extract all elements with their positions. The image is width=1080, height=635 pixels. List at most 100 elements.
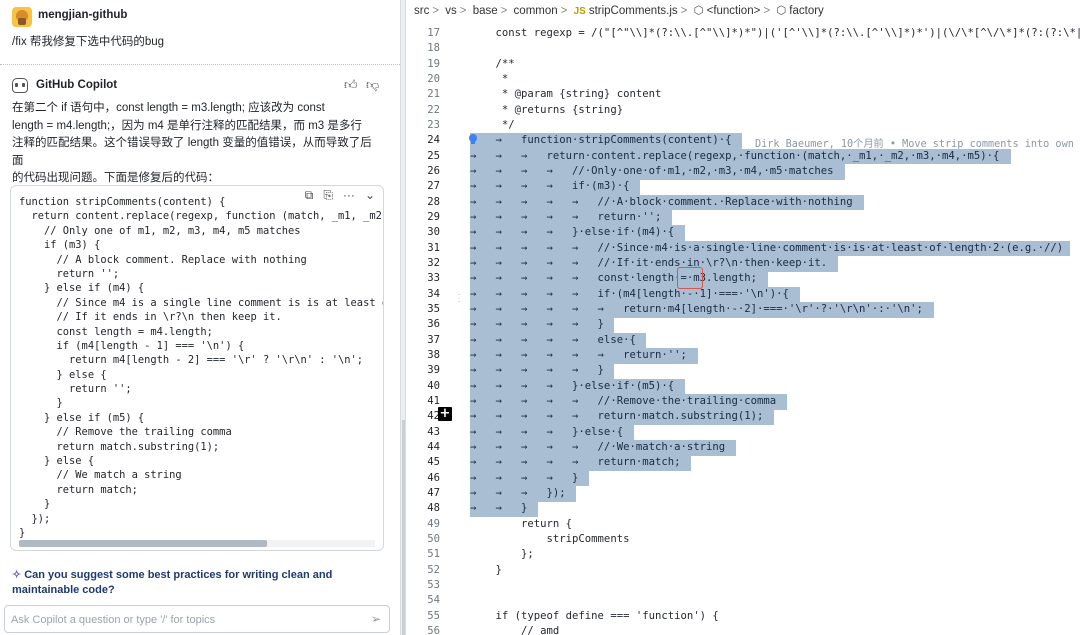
breadcrumb: src > vs > base > common > JS stripComments.j… (414, 3, 827, 19)
editor-code-line[interactable]: → → → → //·Only·one·of·m1,·m2,·m3,·m4,·m… (470, 165, 834, 180)
code-line: } else if (m5) { (19, 411, 145, 424)
editor-code-line[interactable]: → → → → → if·(m4[length·-·1]·===·'\n')·{ (470, 288, 789, 303)
editor-code-line[interactable]: → → → → → const·length·=·m3.length; (470, 272, 757, 287)
line-number: 31 (427, 241, 440, 254)
breadcrumb-separator: > (432, 5, 440, 17)
editor-code-line[interactable]: → → → → → //·Since·m4·is·a·single·line·c… (470, 242, 1063, 257)
editor-code-line[interactable]: → → → → → → return·''; (470, 349, 687, 364)
scrollbar-thumb[interactable] (402, 420, 405, 635)
sparkle-icon: ✧ (12, 569, 22, 581)
code-line: return match.substring(1); (19, 440, 220, 453)
editor-code-line[interactable]: * (470, 73, 508, 88)
breadcrumb-item[interactable]: src (414, 5, 429, 17)
editor-code-line[interactable]: * @returns {string} (470, 104, 623, 119)
editor-code-line[interactable]: /** (470, 58, 515, 73)
editor-code-line[interactable]: → → → → → //·Remove·the·trailing·comma (470, 395, 776, 410)
editor-code-line[interactable]: * @param {string} content (470, 88, 661, 103)
line-number: 24 (427, 134, 440, 147)
breadcrumb-item[interactable]: common (514, 5, 558, 17)
lightbulb-icon[interactable] (468, 134, 478, 146)
thumbs-down-icon[interactable]: 👎︎ (366, 77, 379, 93)
code-line: // Remove the trailing comma (19, 426, 232, 439)
editor-code-line[interactable]: → → → → if·(m3)·{ (470, 180, 629, 195)
code-line: if (m3) { (19, 239, 101, 252)
user-message-text: /fix 帮我修复下选中代码的bug (12, 36, 165, 48)
editor-code-line[interactable]: } (470, 564, 502, 579)
editor-code-line[interactable]: stripComments (470, 533, 630, 548)
line-number: 51 (427, 548, 440, 561)
copilot-icon (12, 78, 28, 93)
editor-code-line[interactable]: → → → → } (470, 472, 578, 487)
editor-code-line[interactable]: const regexp = /("[^"\\]*(?:\\.[^"\\]*)*… (470, 27, 1080, 42)
gutter-indicator: ⋮ (454, 293, 464, 304)
line-number: 49 (427, 517, 440, 530)
editor-code-line[interactable]: → → → → }·else·if·(m4)·{ (470, 226, 674, 241)
editor-code-line[interactable]: → → → → → else·{ (470, 334, 636, 349)
breadcrumb-item[interactable]: stripComments.js (589, 5, 678, 17)
line-number-gutter: ⋮ 17 18 19 20 21 22 23 24 25 26 27 28 29 30 31 32 33 34 35… (406, 25, 470, 635)
editor-code-line[interactable]: → → → return·content.replace(regexp,·fun… (470, 150, 999, 165)
chat-input-box[interactable]: ➢ (4, 605, 390, 633)
editor-code-line[interactable]: → → → → → //·We·match·a·string (470, 441, 725, 456)
editor-code-line[interactable]: return { (470, 518, 572, 533)
line-number: 48 (427, 502, 440, 515)
answer-line: 在第二个 if 语句中，const length = m3.length; 应该… (12, 102, 325, 114)
code-line: } (19, 498, 51, 511)
line-number: 33 (427, 272, 440, 285)
user-name: mengjian-github (38, 9, 128, 21)
line-number: 20 (427, 72, 440, 85)
editor-code-line[interactable]: → → → → → //·If·it·ends·in·\r?\n·then·ke… (470, 257, 827, 272)
line-number: 44 (427, 440, 440, 453)
editor-code-line[interactable]: → → → }); (470, 487, 566, 502)
suggested-question-text[interactable]: Can you suggest some best practices for … (12, 569, 332, 596)
line-number: 18 (427, 42, 440, 55)
editor-code-line[interactable]: → → → → → return·match.substring(1); (470, 410, 763, 425)
editor-code-line[interactable]: → → → → → return·match; (470, 456, 680, 471)
editor-code-line[interactable]: → → → → → return·''; (470, 211, 661, 226)
line-number: 37 (427, 333, 440, 346)
breadcrumb-item[interactable]: vs (445, 5, 457, 17)
add-comment-icon[interactable]: + (438, 407, 452, 421)
breadcrumb-item[interactable]: <function> (707, 5, 761, 17)
code-lines: function stripComments(content) { return… (19, 195, 384, 540)
code-line: } else if (m4) { (19, 282, 145, 295)
editor-code-line[interactable]: → → } (470, 502, 527, 517)
editor-code-line[interactable]: // amd (470, 625, 559, 635)
suggested-code-block: ⧉ ⎘ ··· ⌄ function stripComments(content… (10, 185, 384, 551)
bug-highlight-box (677, 267, 703, 289)
code-line: return content.replace(regexp, function … (19, 210, 384, 223)
chat-input[interactable] (11, 611, 351, 629)
code-line: return m4[length - 2] === '\r' ? '\r\n' … (19, 354, 364, 367)
editor-code-line[interactable]: → → → → }·else·{ (470, 426, 623, 441)
line-number: 50 (427, 532, 440, 545)
editor-code-line[interactable]: → → → → → //·A·block·comment.·Replace·wi… (470, 196, 853, 211)
copilot-response-header: GitHub Copilot 👍︎ 👎︎ (10, 76, 390, 96)
editor-code-line[interactable]: if (typeof define === 'function') { (470, 610, 719, 625)
editor-code-line[interactable]: → → → → → → return·m4[length·-·2]·===·'\… (470, 303, 923, 318)
suggested-question[interactable]: ✧ Can you suggest some best practices for… (12, 568, 382, 598)
send-icon[interactable]: ➢ (371, 612, 381, 626)
editor-code-line[interactable]: → → function·stripComments(content)·{ (470, 134, 732, 149)
line-number: 43 (427, 425, 440, 438)
horizontal-scrollbar-thumb[interactable] (19, 540, 267, 547)
code-area[interactable]: const regexp = /("[^"\\]*(?:\\.[^"\\]*)*… (468, 25, 1080, 635)
line-number: 40 (427, 379, 440, 392)
code-line: const length = m4.length; (19, 325, 213, 338)
line-number: 23 (427, 118, 440, 131)
breadcrumb-item[interactable]: factory (789, 5, 824, 17)
editor-code-line[interactable]: → → → → → } (470, 318, 604, 333)
editor-code-line[interactable]: }; (470, 548, 534, 563)
line-number: 46 (427, 471, 440, 484)
editor-code-line[interactable]: → → → → → } (470, 364, 604, 379)
code-line: // If it ends in \r?\n then keep it. (19, 311, 282, 324)
breadcrumb-item[interactable]: base (473, 5, 498, 17)
line-number: 41 (427, 394, 440, 407)
thumbs-up-icon[interactable]: 👍︎ (344, 77, 358, 93)
breadcrumb-separator: > (560, 5, 568, 17)
line-number: 54 (427, 594, 440, 607)
line-number: 17 (427, 27, 440, 39)
editor-code-line[interactable]: → → → → }·else·if·(m5)·{ (470, 380, 674, 395)
line-number: 39 (427, 364, 440, 377)
editor-code-line[interactable]: */ (470, 119, 515, 134)
copilot-answer: 在第二个 if 语句中，const length = m3.length; 应该… (12, 100, 382, 188)
